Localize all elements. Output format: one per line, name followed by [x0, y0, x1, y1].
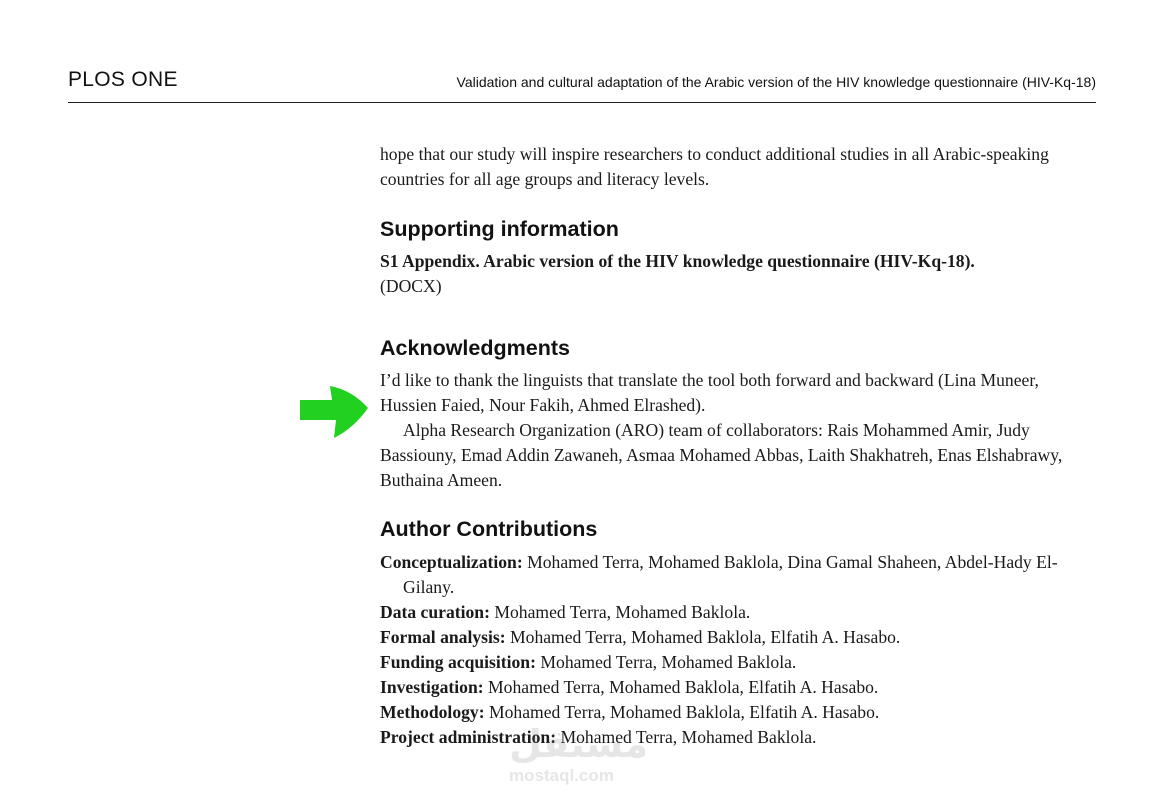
- contribution-role: Data curation:: [380, 602, 490, 622]
- supporting-appendix[interactable]: S1 Appendix. Arabic version of the HIV k…: [380, 249, 1095, 299]
- contribution-role: Methodology:: [380, 702, 485, 722]
- article-body: hope that our study will inspire researc…: [380, 142, 1095, 750]
- contribution-names: Mohamed Terra, Mohamed Baklola.: [494, 602, 751, 622]
- author-contributions-heading: Author Contributions: [380, 517, 598, 541]
- green-arrow-right-icon: [300, 386, 368, 438]
- running-header-title: Validation and cultural adaptation of th…: [456, 74, 1096, 90]
- supporting-information-heading: Supporting information: [380, 217, 619, 241]
- header-divider: [68, 102, 1096, 103]
- contribution-item: Conceptualization: Mohamed Terra, Mohame…: [380, 550, 1095, 600]
- contribution-role: Formal analysis:: [380, 627, 506, 647]
- contribution-role: Conceptualization:: [380, 552, 523, 572]
- contribution-names: Mohamed Terra, Mohamed Baklola.: [560, 727, 817, 747]
- acknowledgments-paragraph-2: Alpha Research Organization (ARO) team o…: [380, 420, 1063, 490]
- acknowledgments-paragraph-1: I’d like to thank the linguists that tra…: [380, 370, 1039, 415]
- watermark-url: mostaql.com: [509, 766, 614, 785]
- running-header-journal: PLOS ONE: [68, 68, 178, 91]
- intro-paragraph: hope that our study will inspire researc…: [380, 144, 1049, 189]
- appendix-title[interactable]: S1 Appendix. Arabic version of the HIV k…: [380, 251, 975, 271]
- contribution-item: Formal analysis: Mohamed Terra, Mohamed …: [380, 625, 1095, 650]
- contribution-item: Investigation: Mohamed Terra, Mohamed Ba…: [380, 675, 1095, 700]
- contribution-item: Methodology: Mohamed Terra, Mohamed Bakl…: [380, 700, 1095, 725]
- appendix-format: (DOCX): [380, 276, 442, 296]
- contribution-item: Data curation: Mohamed Terra, Mohamed Ba…: [380, 600, 1095, 625]
- contribution-names: Mohamed Terra, Mohamed Baklola, Elfatih …: [488, 702, 880, 722]
- contribution-role: Project administration:: [380, 727, 557, 747]
- contribution-names: Mohamed Terra, Mohamed Baklola.: [540, 652, 797, 672]
- contribution-item: Funding acquisition: Mohamed Terra, Moha…: [380, 650, 1095, 675]
- contribution-names: Mohamed Terra, Mohamed Baklola, Elfatih …: [510, 627, 901, 647]
- author-contributions-list: Conceptualization: Mohamed Terra, Mohame…: [380, 550, 1095, 750]
- contribution-role: Investigation:: [380, 677, 484, 697]
- contribution-names: Mohamed Terra, Mohamed Baklola, Elfatih …: [488, 677, 879, 697]
- contribution-role: Funding acquisition:: [380, 652, 536, 672]
- acknowledgments-heading: Acknowledgments: [380, 336, 570, 360]
- contribution-item: Project administration: Mohamed Terra, M…: [380, 725, 1095, 750]
